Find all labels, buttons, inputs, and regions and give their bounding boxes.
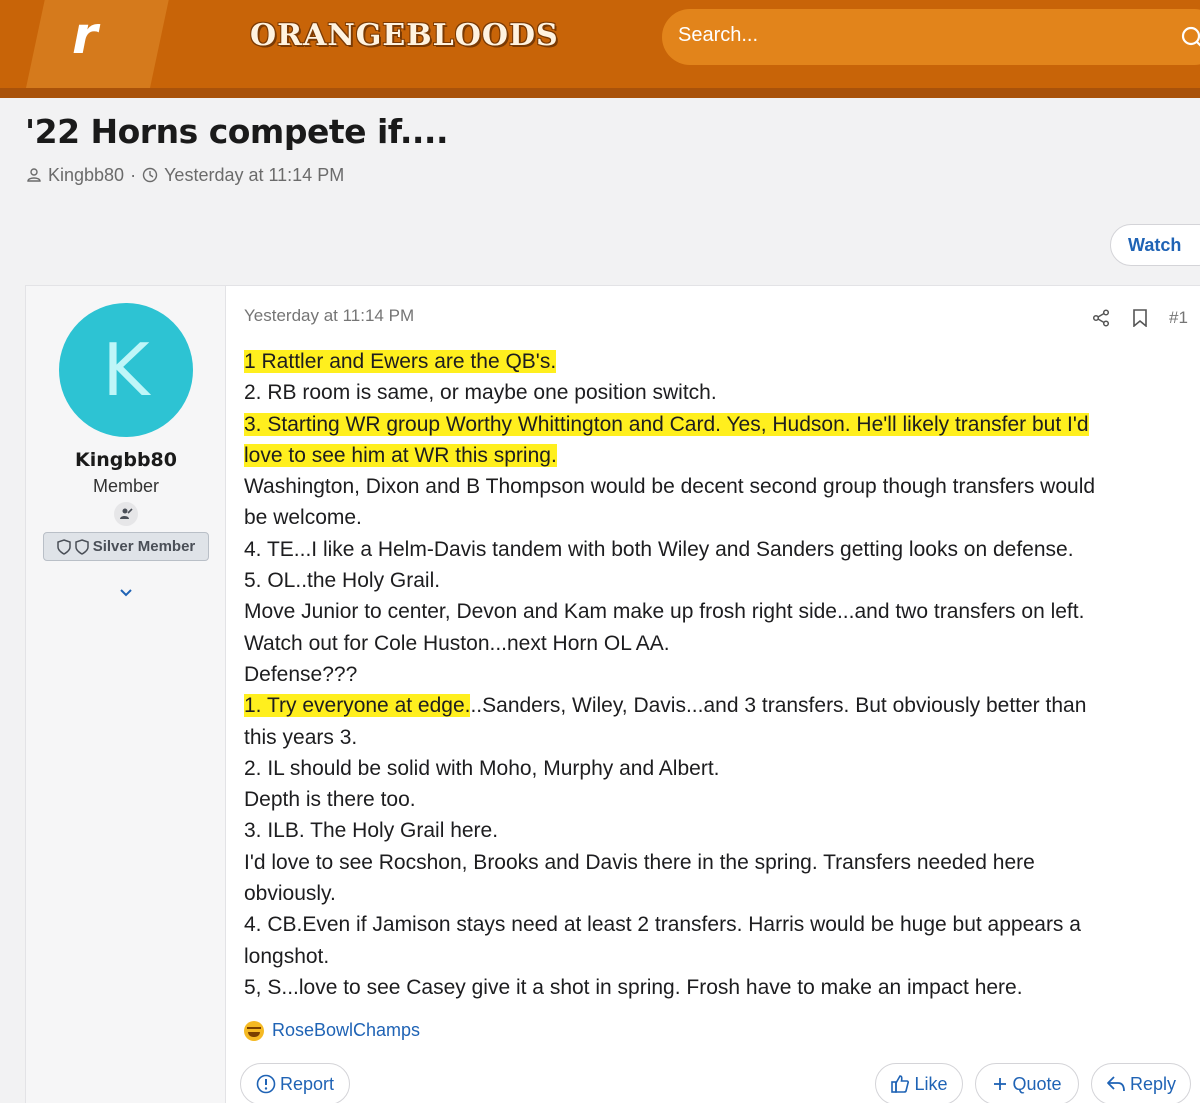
highlighted-text: 3. Starting WR group Worthy Whittington … (244, 412, 1089, 436)
post-body: 1 Rattler and Ewers are the QB's. 2. RB r… (244, 346, 1188, 1003)
site-brand-logo[interactable]: ORANGEBLOODS (250, 18, 559, 53)
user-banner-label: Silver Member (92, 538, 196, 555)
post-body-line: longshot. (244, 941, 1188, 972)
body-text: 5, S...love to see Casey give it a shot … (244, 975, 1023, 999)
post-body-line: obviously. (244, 878, 1188, 909)
header-divider (0, 88, 1200, 98)
shield-icon (56, 538, 71, 555)
post-body-line: 3. ILB. The Holy Grail here. (244, 815, 1188, 846)
search-placeholder: Search... (678, 24, 759, 46)
thread-meta: Kingbb80 · Yesterday at 11:14 PM (26, 164, 344, 186)
quote-button[interactable]: Quote (975, 1063, 1079, 1103)
body-text: this years 3. (244, 725, 358, 749)
post-user-column: K Kingbb80 Member Silver Member (26, 286, 226, 1103)
body-text: 4. CB.Even if Jamison stays need at leas… (244, 913, 1081, 937)
user-title: Member (92, 476, 159, 496)
post-body-line: Depth is there too. (244, 784, 1188, 815)
user-badge-icon (114, 502, 138, 526)
site-header: r ORANGEBLOODS Search... (0, 0, 1200, 88)
reply-icon (1107, 1076, 1125, 1092)
search-input[interactable]: Search... (662, 9, 1200, 65)
post-body-line: I'd love to see Rocshon, Brooks and Davi… (244, 847, 1188, 878)
post-body-line: 3. Starting WR group Worthy Whittington … (244, 409, 1188, 440)
post-body-line: Washington, Dixon and B Thompson would b… (244, 471, 1188, 502)
reaction-user-link[interactable]: RoseBowlChamps (272, 1020, 420, 1041)
body-text: 4. TE...I like a Helm-Davis tandem with … (244, 537, 1074, 561)
search-icon[interactable] (1180, 25, 1200, 51)
body-text: ..Sanders, Wiley, Davis...and 3 transfer… (470, 694, 1087, 718)
body-text: 5. OL..the Holy Grail. (244, 569, 441, 593)
alert-icon (256, 1074, 276, 1094)
post-body-line: this years 3. (244, 722, 1188, 753)
post-body-line: 4. CB.Even if Jamison stays need at leas… (244, 909, 1188, 940)
plus-icon (994, 1078, 1007, 1090)
post-body-line: 1 Rattler and Ewers are the QB's. (244, 346, 1188, 377)
bookmark-icon[interactable] (1132, 309, 1148, 327)
body-text: be welcome. (244, 506, 362, 530)
body-text: 3. ILB. The Holy Grail here. (244, 819, 499, 843)
highlighted-text: 1 Rattler and Ewers are the QB's. (244, 350, 557, 373)
post-body-line: 2. IL should be solid with Moho, Murphy … (244, 753, 1188, 784)
post-body-line: Move Junior to center, Devon and Kam mak… (244, 596, 1188, 627)
post-body-line: 4. TE...I like a Helm-Davis tandem with … (244, 534, 1188, 565)
post-body-line: Defense??? (244, 659, 1188, 690)
body-text: Washington, Dixon and B Thompson would b… (244, 475, 1096, 499)
thread-date-link[interactable]: Yesterday at 11:14 PM (164, 165, 344, 186)
body-text: longshot. (244, 944, 330, 968)
body-text: 2. IL should be solid with Moho, Murphy … (244, 756, 720, 780)
post-body-line: Watch out for Cole Huston...next Horn OL… (244, 628, 1188, 659)
body-text: 2. RB room is same, or maybe one positio… (244, 381, 717, 405)
post-container: K Kingbb80 Member Silver Member Yesterda… (25, 285, 1200, 1103)
post-body-line: 1. Try everyone at edge...Sanders, Wiley… (244, 690, 1188, 721)
user-banner: Silver Member (43, 532, 209, 561)
post-username-link[interactable]: Kingbb80 (26, 449, 226, 471)
share-icon[interactable] (1092, 309, 1110, 327)
quote-label: Quote (1012, 1073, 1062, 1094)
post-body-line: 5. OL..the Holy Grail. (244, 565, 1188, 596)
user-icon (27, 168, 41, 182)
like-label: Like (914, 1073, 948, 1094)
reply-button[interactable]: Reply (1091, 1063, 1191, 1103)
body-text: Depth is there too. (244, 788, 416, 812)
thumbs-up-icon (891, 1075, 910, 1093)
body-text: Defense??? (244, 662, 358, 686)
post-date-link[interactable]: Yesterday at 11:14 PM (244, 306, 414, 326)
report-button[interactable]: Report (240, 1063, 350, 1103)
post-body-line: 2. RB room is same, or maybe one positio… (244, 377, 1188, 408)
watch-button[interactable]: Watch (1110, 224, 1200, 266)
avatar[interactable]: K (59, 303, 193, 437)
meta-separator: · (130, 164, 137, 185)
body-text: I'd love to see Rocshon, Brooks and Davi… (244, 850, 1035, 874)
post-number-link[interactable]: #1 (1169, 308, 1188, 328)
reply-label: Reply (1129, 1073, 1177, 1094)
post-body-line: love to see him at WR this spring. (244, 440, 1188, 471)
body-text: Watch out for Cole Huston...next Horn OL… (244, 631, 670, 655)
rivals-logo[interactable]: r (72, 6, 98, 66)
reaction-bar[interactable]: RoseBowlChamps (244, 1020, 420, 1041)
clock-icon (142, 167, 158, 183)
chevron-down-icon[interactable] (118, 584, 134, 600)
thread-author-link[interactable]: Kingbb80 (48, 165, 124, 186)
report-label: Report (279, 1073, 335, 1094)
like-button[interactable]: Like (875, 1063, 963, 1103)
body-text: obviously. (244, 882, 336, 906)
laughing-emoji-icon (244, 1020, 264, 1041)
body-text: Move Junior to center, Devon and Kam mak… (244, 600, 1085, 624)
highlighted-text: love to see him at WR this spring. (244, 443, 557, 467)
highlighted-text: 1. Try everyone at edge. (244, 694, 471, 718)
post-body-line: 5, S...love to see Casey give it a shot … (244, 972, 1188, 1003)
shield-icon-secondary (74, 538, 89, 555)
post-body-line: be welcome. (244, 502, 1188, 533)
page-title: '22 Horns compete if.... (25, 112, 448, 151)
